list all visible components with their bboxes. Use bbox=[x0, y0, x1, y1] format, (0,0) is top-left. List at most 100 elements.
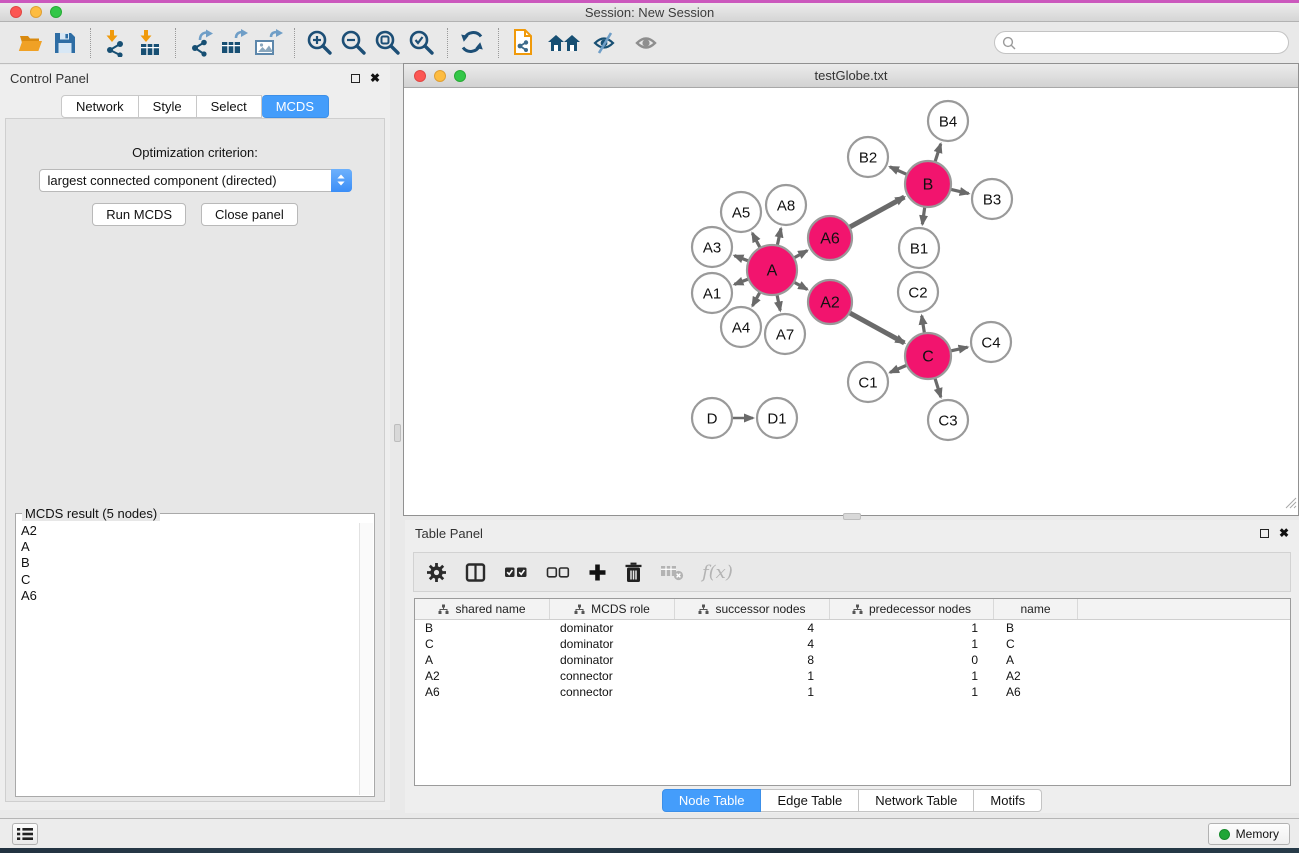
show-panels-button[interactable] bbox=[12, 823, 38, 845]
edge-A-A1[interactable] bbox=[734, 279, 749, 285]
tab-network-table[interactable]: Network Table bbox=[859, 789, 974, 812]
tab-motifs[interactable]: Motifs bbox=[974, 789, 1042, 812]
control-panel-header: Control Panel ✖ bbox=[0, 65, 390, 91]
edge-A-A5[interactable] bbox=[752, 233, 760, 249]
search-field[interactable] bbox=[994, 31, 1289, 54]
result-list-item[interactable]: B bbox=[17, 555, 359, 571]
table-row[interactable]: A2connector11A2 bbox=[415, 668, 1290, 684]
edge-B-B1[interactable] bbox=[922, 206, 925, 224]
node-label-C1: C1 bbox=[858, 375, 877, 392]
edge-B-B2[interactable] bbox=[890, 167, 908, 175]
edge-C-C1[interactable] bbox=[890, 365, 908, 373]
tab-node-table[interactable]: Node Table bbox=[662, 789, 762, 812]
zoom-in-icon[interactable] bbox=[303, 27, 337, 59]
tab-network[interactable]: Network bbox=[61, 95, 139, 118]
network-canvas[interactable]: B4B2BB3A5A8A6A3B1AA1C2A2A4A7C4CC1C3DD1 bbox=[404, 89, 1298, 515]
network-from-document-icon[interactable] bbox=[507, 27, 541, 59]
run-mcds-button[interactable]: Run MCDS bbox=[92, 203, 186, 226]
close-table-panel-icon[interactable]: ✖ bbox=[1279, 527, 1289, 539]
edge-B-B3[interactable] bbox=[949, 189, 968, 194]
edge-C-C4[interactable] bbox=[949, 347, 967, 351]
tab-style[interactable]: Style bbox=[139, 95, 197, 118]
edge-B-B4[interactable] bbox=[935, 144, 941, 163]
result-list-item[interactable]: C bbox=[17, 572, 359, 588]
node-label-B3: B3 bbox=[983, 192, 1001, 209]
zoom-selected-icon[interactable] bbox=[405, 27, 439, 59]
close-panel-icon[interactable]: ✖ bbox=[370, 72, 380, 84]
first-neighbors-icon[interactable] bbox=[547, 27, 581, 59]
toolbar-separator bbox=[90, 28, 91, 58]
tab-mcds[interactable]: MCDS bbox=[262, 95, 329, 118]
cell-mcds-role: dominator bbox=[550, 653, 675, 667]
edge-A-A2[interactable] bbox=[793, 282, 807, 290]
export-network-icon[interactable] bbox=[184, 27, 218, 59]
toolbar-separator bbox=[294, 28, 295, 58]
import-network-icon[interactable] bbox=[99, 27, 133, 59]
network-graph[interactable]: B4B2BB3A5A8A6A3B1AA1C2A2A4A7C4CC1C3DD1 bbox=[404, 89, 1298, 515]
export-table-icon[interactable] bbox=[218, 27, 252, 59]
edge-A-A8[interactable] bbox=[777, 228, 781, 246]
import-table-icon[interactable] bbox=[133, 27, 167, 59]
deselect-all-icon[interactable] bbox=[546, 565, 570, 579]
window-resize-grip[interactable] bbox=[1284, 496, 1297, 514]
edge-A2-C[interactable] bbox=[848, 312, 904, 343]
result-list-item[interactable]: A bbox=[17, 539, 359, 555]
memory-button[interactable]: Memory bbox=[1208, 823, 1290, 845]
close-panel-button[interactable]: Close panel bbox=[201, 203, 298, 226]
column-header-name[interactable]: name bbox=[994, 599, 1078, 619]
edge-A-A6[interactable] bbox=[793, 251, 807, 259]
column-header-predecessor-nodes[interactable]: predecessor nodes bbox=[830, 599, 994, 619]
export-image-icon[interactable] bbox=[252, 27, 286, 59]
result-list-item[interactable]: A6 bbox=[17, 588, 359, 604]
tab-edge-table[interactable]: Edge Table bbox=[761, 789, 859, 812]
column-header-shared-name[interactable]: shared name bbox=[415, 599, 550, 619]
criterion-value: largest connected component (directed) bbox=[40, 173, 331, 188]
network-window-titlebar[interactable]: testGlobe.txt bbox=[404, 64, 1298, 88]
save-icon[interactable] bbox=[48, 27, 82, 59]
edge-A-A4[interactable] bbox=[752, 291, 760, 306]
table-row[interactable]: Adominator80A bbox=[415, 652, 1290, 668]
vertical-splitter-handle[interactable] bbox=[394, 424, 401, 442]
table-row[interactable]: Cdominator41C bbox=[415, 636, 1290, 652]
add-column-icon[interactable] bbox=[588, 563, 607, 582]
delete-column-icon[interactable] bbox=[625, 562, 642, 583]
column-header-successor-nodes[interactable]: successor nodes bbox=[675, 599, 830, 619]
cell-successor-nodes: 1 bbox=[675, 669, 830, 683]
column-header-label: successor nodes bbox=[715, 602, 805, 616]
open-icon[interactable] bbox=[14, 27, 48, 59]
cell-predecessor-nodes: 1 bbox=[830, 621, 994, 635]
refresh-icon[interactable] bbox=[456, 27, 490, 59]
float-panel-icon[interactable] bbox=[351, 74, 360, 83]
horizontal-splitter-handle[interactable] bbox=[843, 513, 861, 520]
column-visibility-icon[interactable] bbox=[465, 562, 486, 583]
settings-gear-icon[interactable] bbox=[426, 562, 447, 583]
node-label-A5: A5 bbox=[732, 205, 750, 222]
search-input[interactable] bbox=[1020, 34, 1288, 52]
edge-A-A3[interactable] bbox=[734, 256, 749, 262]
criterion-dropdown[interactable]: largest connected component (directed) bbox=[39, 169, 352, 192]
result-list-item[interactable]: A2 bbox=[17, 523, 359, 539]
result-list-scrollbar[interactable] bbox=[359, 523, 373, 795]
memory-status-icon bbox=[1219, 829, 1230, 840]
edge-C-C2[interactable] bbox=[922, 316, 925, 335]
table-row[interactable]: A6connector11A6 bbox=[415, 684, 1290, 700]
edge-A6-B[interactable] bbox=[848, 197, 904, 228]
table-panel-header: Table Panel ✖ bbox=[405, 520, 1299, 546]
network-window: testGlobe.txt B4B2BB3A5A8A6A3B1AA1C2A2A4… bbox=[403, 63, 1299, 516]
hide-selected-icon[interactable] bbox=[589, 27, 623, 59]
shared-column-icon bbox=[698, 604, 709, 615]
table-row[interactable]: Bdominator41B bbox=[415, 620, 1290, 636]
select-all-icon[interactable] bbox=[504, 565, 528, 579]
show-all-icon[interactable] bbox=[631, 27, 665, 59]
node-label-D: D bbox=[707, 411, 718, 428]
zoom-out-icon[interactable] bbox=[337, 27, 371, 59]
edge-C-C3[interactable] bbox=[935, 377, 941, 397]
float-table-panel-icon[interactable] bbox=[1260, 529, 1269, 538]
node-label-A7: A7 bbox=[776, 327, 794, 344]
tab-select[interactable]: Select bbox=[197, 95, 262, 118]
column-header-mcds-role[interactable]: MCDS role bbox=[550, 599, 675, 619]
shared-column-icon bbox=[574, 604, 585, 615]
zoom-fit-icon[interactable] bbox=[371, 27, 405, 59]
edge-A-A7[interactable] bbox=[777, 294, 780, 311]
cell-mcds-role: dominator bbox=[550, 637, 675, 651]
